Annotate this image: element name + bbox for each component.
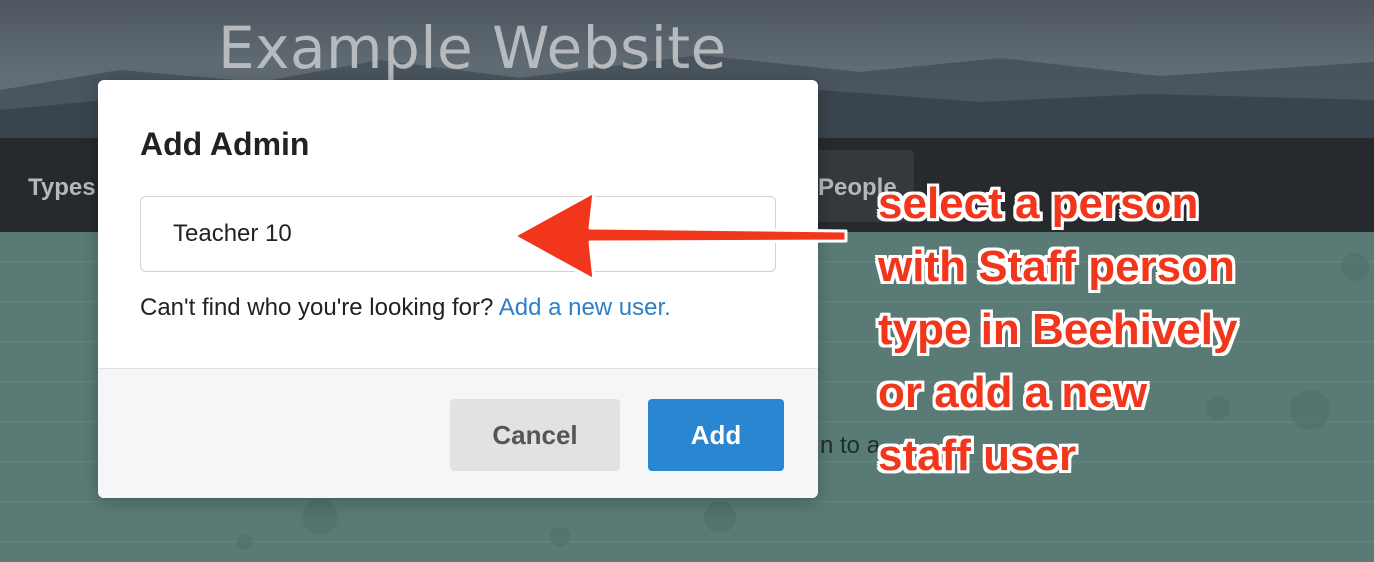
annotation-line: staff user: [878, 431, 1077, 480]
annotation-line: with Staff person: [878, 242, 1235, 291]
annotation-line: or add a new: [878, 368, 1147, 417]
annotation-callout: select a person with Staff person type i…: [878, 172, 1358, 487]
annotation-line: type in Beehively: [878, 305, 1238, 354]
annotation-line: select a person: [878, 179, 1199, 228]
